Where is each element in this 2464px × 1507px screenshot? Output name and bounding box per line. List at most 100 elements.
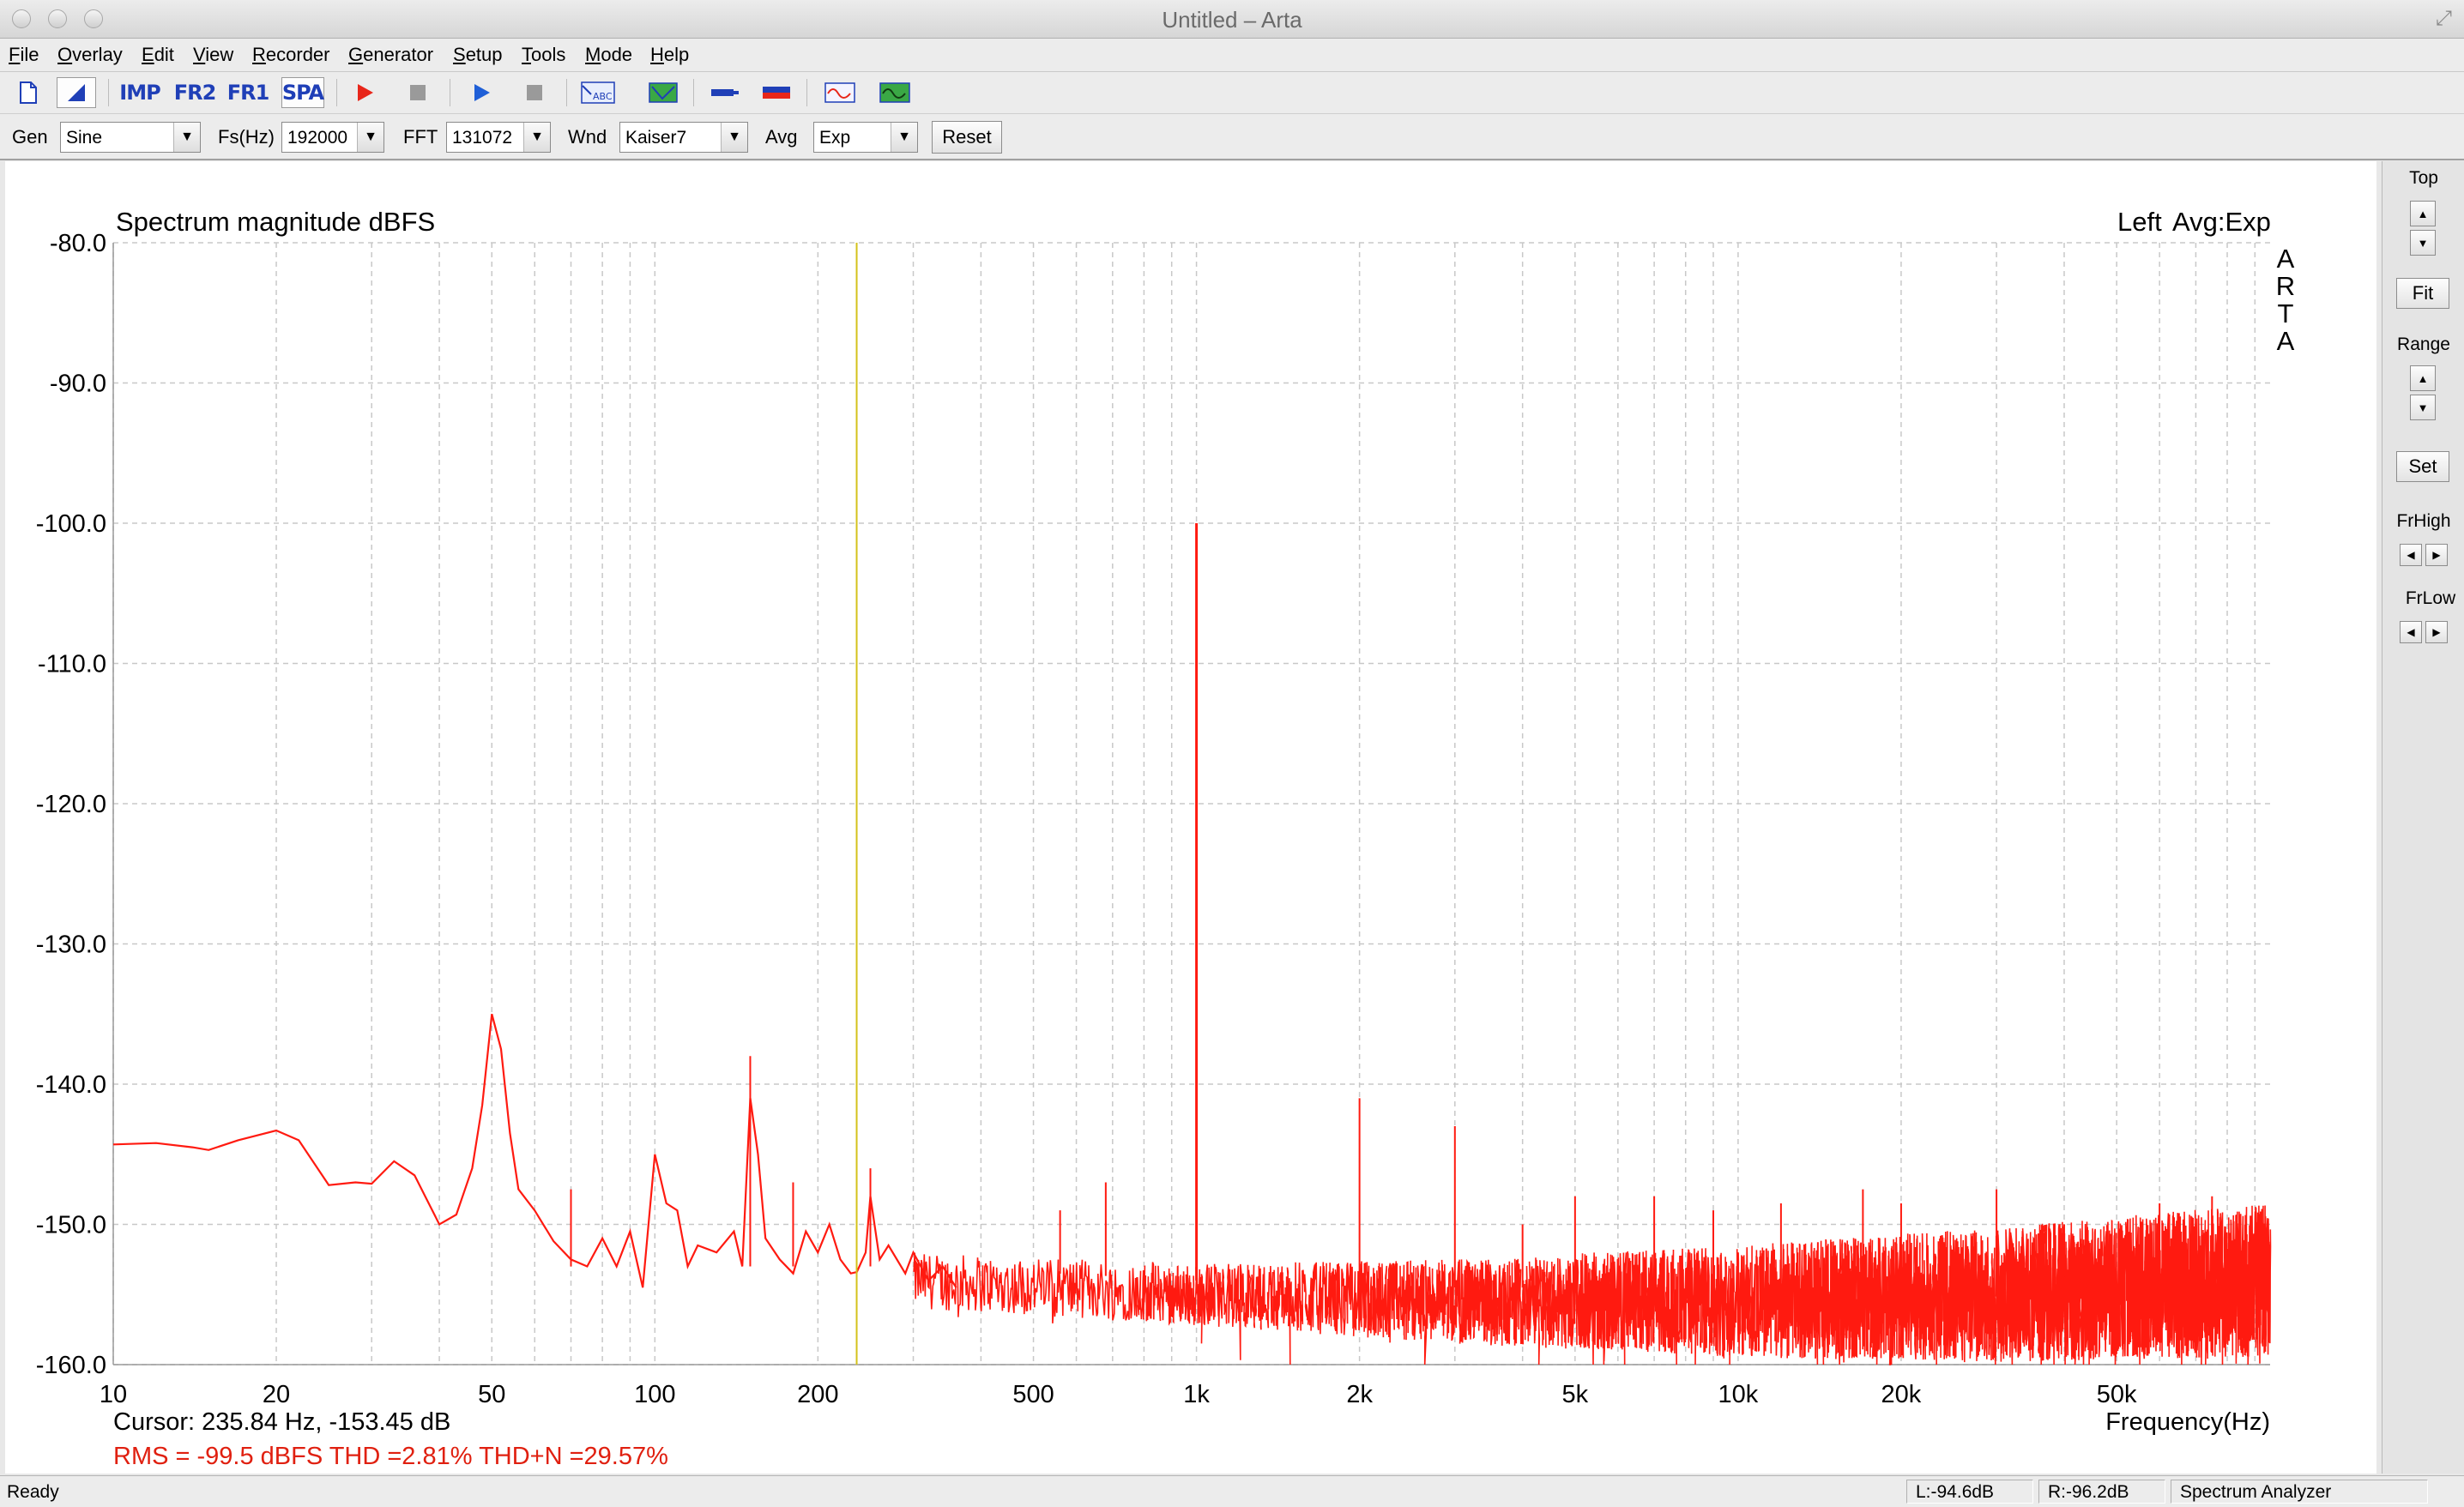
svg-text:ABC: ABC bbox=[593, 91, 613, 102]
fft-label: FFT bbox=[403, 126, 438, 148]
chevron-down-icon: ▼ bbox=[173, 123, 200, 152]
frhigh-label: FrHigh bbox=[2396, 511, 2451, 531]
frhigh-right-button[interactable]: ▶ bbox=[2425, 544, 2448, 566]
spa-mode-button[interactable]: SPA bbox=[281, 77, 324, 108]
y-tick-label: -100.0 bbox=[36, 510, 106, 538]
frlow-left-button[interactable]: ◀ bbox=[2400, 621, 2422, 643]
x-tick-label: 10k bbox=[1718, 1381, 1759, 1408]
noise-floor bbox=[913, 1205, 2272, 1365]
sweep-mode-button[interactable] bbox=[57, 77, 96, 108]
fr1-mode-button[interactable]: FR1 bbox=[226, 77, 270, 108]
x-tick-label: 20 bbox=[263, 1381, 290, 1408]
top-down-button[interactable]: ▼ bbox=[2410, 230, 2436, 256]
fr2-label: FR2 bbox=[173, 81, 217, 105]
menu-file[interactable]: File bbox=[9, 44, 39, 66]
range-down-button[interactable]: ▼ bbox=[2410, 395, 2436, 420]
channel-label: Left bbox=[2117, 207, 2162, 237]
arrow-left-icon: ◀ bbox=[2407, 549, 2415, 561]
y-tick-label: -110.0 bbox=[38, 651, 106, 678]
arta-mark-a2: A bbox=[2277, 326, 2295, 356]
y-tick-label: -80.0 bbox=[50, 230, 106, 257]
meter-button[interactable] bbox=[705, 77, 745, 108]
noise-floor-trace bbox=[913, 1205, 2272, 1365]
fit-button[interactable]: Fit bbox=[2396, 278, 2449, 309]
status-bar: Ready L:-94.6dB R:-96.2dB Spectrum Analy… bbox=[0, 1475, 2464, 1507]
x-tick-label: 2k bbox=[1346, 1381, 1373, 1408]
fft-select[interactable]: 131072 ▼ bbox=[446, 122, 551, 153]
stop-icon bbox=[410, 85, 426, 100]
wnd-label: Wnd bbox=[568, 126, 607, 148]
stats-readout: RMS = -99.5 dBFS THD =2.81% THD+N =29.57… bbox=[113, 1443, 668, 1470]
wnd-select[interactable]: Kaiser7 ▼ bbox=[619, 122, 748, 153]
scope-green-icon bbox=[879, 82, 910, 103]
fr2-mode-button[interactable]: FR2 bbox=[173, 77, 217, 108]
abc-button[interactable]: ABC bbox=[578, 77, 618, 108]
range-up-button[interactable]: ▲ bbox=[2410, 365, 2436, 391]
arta-mark-r: R bbox=[2276, 271, 2295, 301]
x-tick-label: 50 bbox=[478, 1381, 505, 1408]
x-tick-label: 100 bbox=[634, 1381, 675, 1408]
chevron-down-icon: ▼ bbox=[357, 123, 383, 152]
menu-overlay[interactable]: Overlay bbox=[57, 44, 123, 66]
probe-icon bbox=[711, 89, 739, 96]
right-level-readout: R:-96.2dB bbox=[2038, 1480, 2165, 1504]
chevron-down-icon: ▼ bbox=[891, 123, 917, 152]
level-meter-button[interactable] bbox=[757, 77, 796, 108]
left-level-readout: L:-94.6dB bbox=[1906, 1480, 2033, 1504]
fr1-label: FR1 bbox=[226, 81, 270, 105]
x-tick-label: 500 bbox=[1012, 1381, 1054, 1408]
menu-tools[interactable]: Tools bbox=[522, 44, 565, 66]
spectrum-plot-panel[interactable]: -80.0 -90.0 -100.0 -110.0 -120.0 -130.0 -140.0… bbox=[5, 161, 2376, 1474]
generator-stop-button[interactable] bbox=[515, 77, 554, 108]
new-file-button[interactable] bbox=[9, 77, 48, 108]
play-red-icon bbox=[358, 84, 373, 101]
oscilloscope-button[interactable] bbox=[820, 77, 860, 108]
arrow-down-icon: ▼ bbox=[2417, 236, 2429, 250]
menu-view[interactable]: View bbox=[193, 44, 233, 66]
avg-value: Exp bbox=[819, 128, 851, 148]
fft-value: 131072 bbox=[452, 128, 513, 148]
menu-setup[interactable]: Setup bbox=[453, 44, 503, 66]
menu-mode[interactable]: Mode bbox=[585, 44, 632, 66]
generator-play-button[interactable] bbox=[462, 77, 501, 108]
chevron-down-icon: ▼ bbox=[721, 123, 747, 152]
spa-label: SPA bbox=[281, 81, 324, 105]
resize-icon[interactable]: ⤢ bbox=[2436, 7, 2452, 31]
frhigh-left-button[interactable]: ◀ bbox=[2400, 544, 2422, 566]
impulse-mode-button[interactable]: IMP bbox=[119, 77, 160, 108]
imp-label: IMP bbox=[119, 81, 160, 105]
reset-button[interactable]: Reset bbox=[932, 121, 1002, 154]
gen-value: Sine bbox=[66, 128, 103, 148]
range-label: Range bbox=[2397, 335, 2450, 354]
x-tick-label: 200 bbox=[797, 1381, 838, 1408]
arta-mark-a1: A bbox=[2277, 244, 2295, 274]
title-bar: Untitled – Arta ⤢ bbox=[0, 0, 2464, 39]
parameter-bar: Gen Sine ▼ Fs(Hz) 192000 ▼ FFT 131072 ▼ … bbox=[0, 114, 2464, 160]
set-button[interactable]: Set bbox=[2396, 451, 2449, 482]
gen-select[interactable]: Sine ▼ bbox=[60, 122, 201, 153]
x-tick-label: 50k bbox=[2097, 1381, 2137, 1408]
menu-recorder[interactable]: Recorder bbox=[252, 44, 329, 66]
menu-help[interactable]: Help bbox=[650, 44, 689, 66]
y-tick-label: -90.0 bbox=[50, 371, 106, 398]
green-chart-button[interactable] bbox=[643, 77, 683, 108]
record-button[interactable] bbox=[345, 77, 384, 108]
x-axis-label: Frequency(Hz) bbox=[2105, 1408, 2270, 1436]
scope-icon bbox=[824, 82, 855, 103]
frlow-right-button[interactable]: ▶ bbox=[2425, 621, 2448, 643]
chevron-down-icon: ▼ bbox=[523, 123, 550, 152]
spectrum-chart[interactable]: -80.0 -90.0 -100.0 -110.0 -120.0 -130.0 -140.0… bbox=[5, 161, 2376, 1474]
avg-select[interactable]: Exp ▼ bbox=[813, 122, 918, 153]
menu-edit[interactable]: Edit bbox=[142, 44, 174, 66]
fs-select[interactable]: 192000 ▼ bbox=[281, 122, 384, 153]
stop-record-button[interactable] bbox=[398, 77, 438, 108]
grid bbox=[112, 242, 2270, 1365]
gen-label: Gen bbox=[12, 126, 48, 148]
menu-generator[interactable]: Generator bbox=[348, 44, 433, 66]
y-tick-label: -120.0 bbox=[36, 791, 106, 818]
top-up-button[interactable]: ▲ bbox=[2410, 201, 2436, 226]
scope-green-button[interactable] bbox=[875, 77, 915, 108]
status-ready: Ready bbox=[7, 1482, 59, 1502]
wnd-value: Kaiser7 bbox=[625, 128, 687, 148]
chart-title: Spectrum magnitude dBFS bbox=[116, 207, 435, 237]
